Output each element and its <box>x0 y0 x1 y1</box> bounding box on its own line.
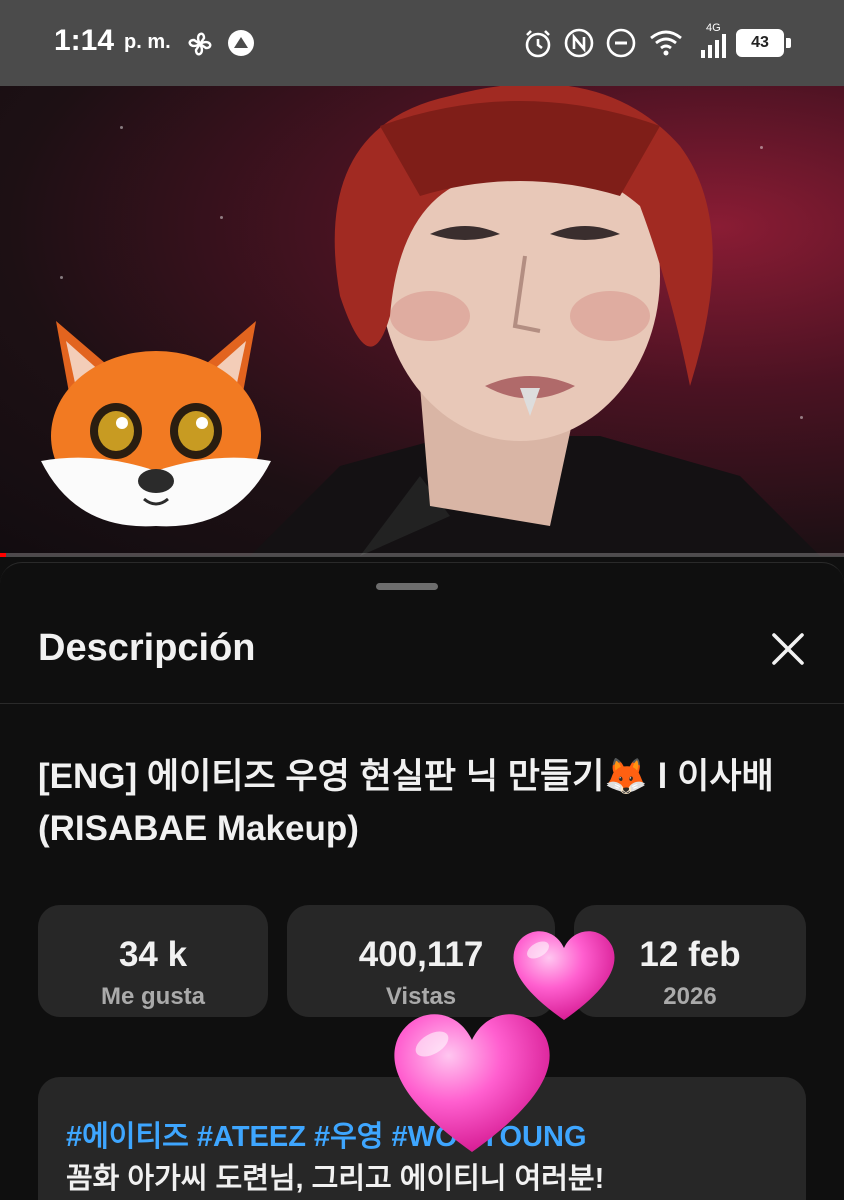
video-progress-bar[interactable] <box>0 553 844 557</box>
drag-handle[interactable] <box>376 583 438 590</box>
status-ampm: p. m. <box>124 31 171 53</box>
pinwheel-icon <box>188 32 212 56</box>
wifi-icon <box>650 30 682 56</box>
status-time: 1:14 <box>54 24 115 57</box>
sparkle <box>120 126 123 129</box>
fox-emoji-icon <box>41 321 271 527</box>
likes-label: Me gusta <box>100 983 205 1010</box>
likes-count: 34 k <box>118 935 188 974</box>
battery-tip <box>786 38 791 48</box>
battery-icon: 43 <box>736 29 784 57</box>
sheet-title: Descripción <box>38 627 256 669</box>
signal-icon <box>701 34 726 58</box>
nfc-icon <box>564 28 594 58</box>
video-person-thumbnail <box>250 86 820 556</box>
do-not-disturb-icon <box>606 28 636 58</box>
video-title: [ENG] 에이티즈 우영 현실판 닉 만들기🦊 l 이사배(RISABAE M… <box>38 757 774 848</box>
likes-stat-card: 34 k Me gusta <box>38 905 268 1017</box>
video-player[interactable] <box>0 86 844 556</box>
status-bar: 1:14 p. m. 4G 43 <box>0 0 844 86</box>
app-notification-icon <box>228 30 254 56</box>
alarm-icon <box>525 30 551 58</box>
video-progress-fill <box>0 553 6 557</box>
sparkle <box>60 276 63 279</box>
divider <box>0 703 844 704</box>
close-icon[interactable] <box>764 625 812 673</box>
heart-icon <box>394 1014 550 1152</box>
network-label: 4G <box>706 22 721 34</box>
description-text: 꼼화 아가씨 도련님, 그리고 에이티니 여러분! <box>66 1163 605 1195</box>
